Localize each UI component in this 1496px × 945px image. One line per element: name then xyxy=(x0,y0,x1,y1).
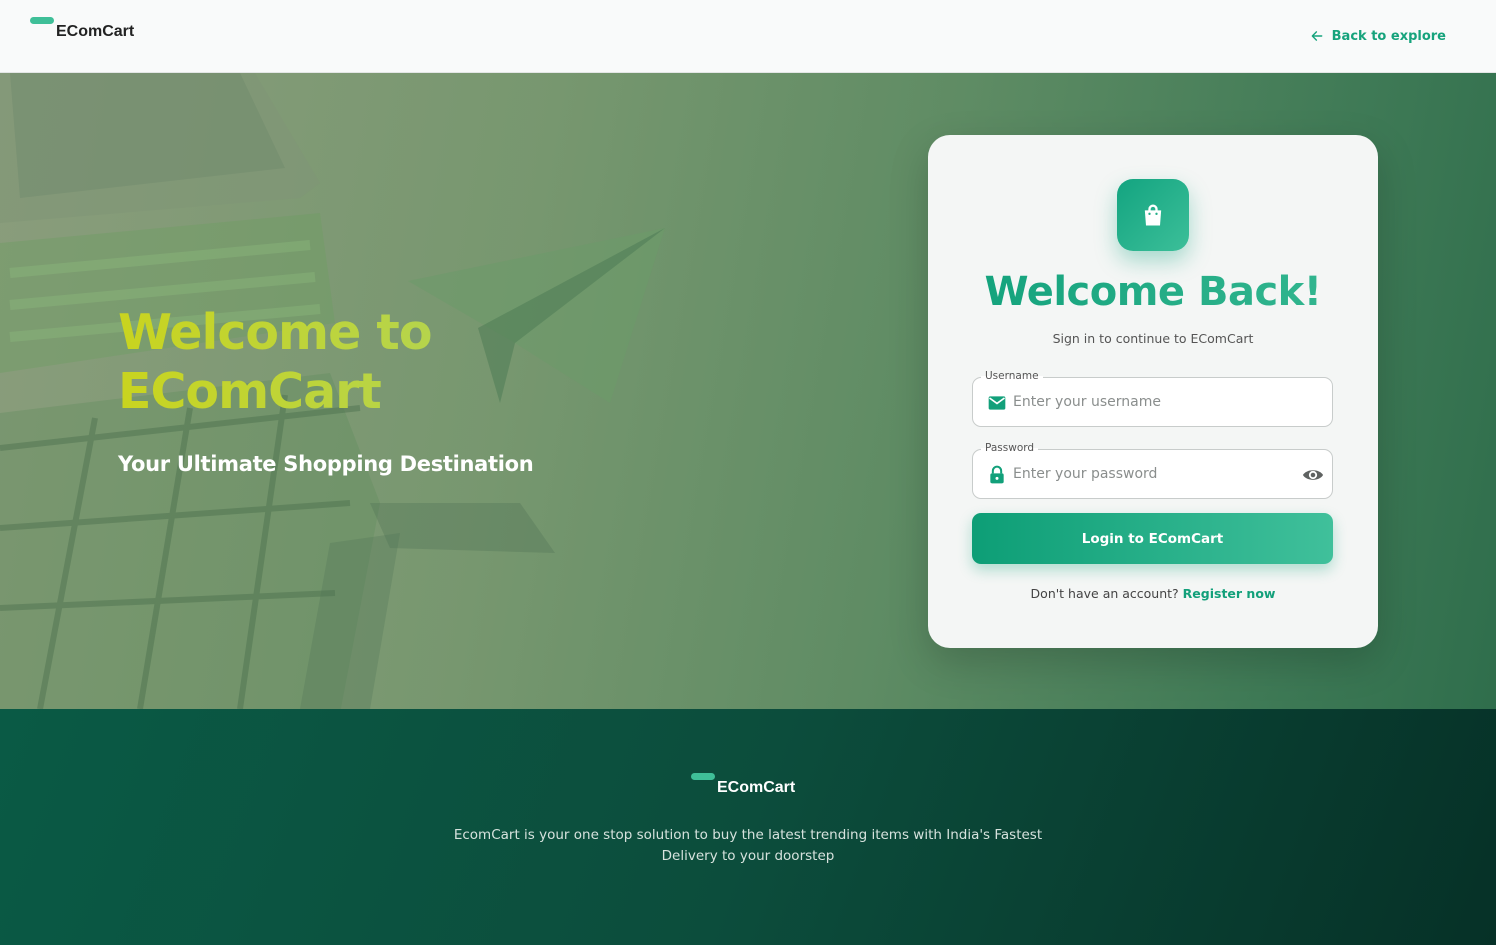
footer-logo-mark xyxy=(691,773,715,780)
login-card: Welcome Back! Sign in to continue to ECo… xyxy=(928,135,1378,648)
login-title: Welcome Back! xyxy=(928,269,1378,315)
footer-brand-logo[interactable]: EComCart xyxy=(691,773,811,803)
password-label: Password xyxy=(981,442,1039,454)
password-input[interactable] xyxy=(1013,459,1293,489)
hero-title: Welcome to EComCart xyxy=(118,303,638,421)
password-field[interactable]: Password xyxy=(972,442,1333,499)
lock-icon xyxy=(990,465,1004,484)
footer-brand-name: EComCart xyxy=(717,779,796,796)
back-link-label: Back to explore xyxy=(1331,28,1446,44)
site-footer: EComCart EcomCart is your one stop solut… xyxy=(0,709,1496,945)
footer-description: EcomCart is your one stop solution to bu… xyxy=(453,827,1043,864)
register-prompt: Don't have an account? Register now xyxy=(928,586,1378,601)
username-field[interactable]: Username xyxy=(972,370,1333,427)
login-button[interactable]: Login to EComCart xyxy=(972,513,1333,564)
shopping-bag-icon xyxy=(1144,204,1162,226)
username-label: Username xyxy=(981,370,1043,382)
hero-title-line1: Welcome to xyxy=(118,304,432,361)
login-subtitle: Sign in to continue to EComCart xyxy=(1052,331,1254,346)
brand-logo[interactable]: EComCart xyxy=(30,17,150,47)
register-prompt-text: Don't have an account? xyxy=(1030,586,1179,601)
username-input[interactable] xyxy=(1013,387,1293,417)
hero-title-line2: EComCart xyxy=(118,363,381,420)
logo-mark xyxy=(30,17,54,24)
hero-subtitle: Your Ultimate Shopping Destination xyxy=(118,452,534,476)
mail-icon xyxy=(988,396,1006,410)
back-to-explore-link[interactable]: Back to explore xyxy=(1310,26,1446,46)
top-navbar: EComCart Back to explore xyxy=(0,0,1496,73)
register-now-link[interactable]: Register now xyxy=(1183,586,1276,601)
shopping-bag-badge xyxy=(1117,179,1189,251)
eye-icon[interactable] xyxy=(1302,464,1324,486)
arrow-left-icon xyxy=(1311,31,1323,41)
brand-name: EComCart xyxy=(56,23,135,40)
